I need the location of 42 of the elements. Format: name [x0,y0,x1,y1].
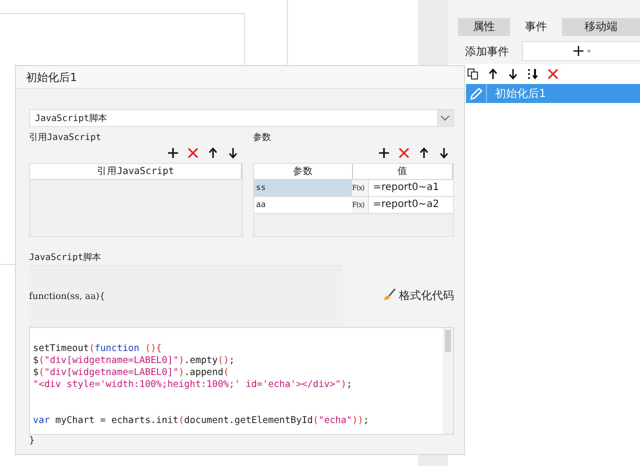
add-event-button[interactable]: + [522,41,640,61]
column-header: 引用JavaScript [30,164,242,179]
code-line: setTimeout(function (){ [33,343,163,355]
arrow-up-icon[interactable] [207,147,219,159]
chevron-down-icon [440,115,450,121]
column-header: 参数 [254,164,353,179]
plus-icon[interactable] [378,147,390,159]
panel-tab[interactable]: 移动端 [562,18,640,36]
panel-tab[interactable]: 属性 [458,18,510,36]
delete-icon[interactable] [547,68,559,80]
section-label: 参数 [253,132,272,145]
delete-icon[interactable] [187,147,199,159]
arrow-up-icon[interactable] [418,147,430,159]
move-bottom-icon[interactable] [527,68,539,80]
section-label: JavaScript脚本 [29,252,102,265]
value-field[interactable]: =report0~a1 [368,180,453,196]
script-type-dropdown[interactable]: JavaScript脚本 [29,109,454,127]
arrow-down-icon[interactable] [227,147,239,159]
format-code-button[interactable]: 格式化代码 [382,285,454,305]
delete-icon[interactable] [398,147,410,159]
column-header: 值 [353,164,453,179]
code-line: $("div[widgetname=LABEL0]").append( [33,367,230,379]
code-line: var myChart = echarts.init(document.getElementById("echa")); [33,415,370,427]
scrollbar[interactable] [443,328,453,434]
copy-icon[interactable] [467,68,479,80]
brush-icon [382,288,396,302]
code-line: } [29,436,36,446]
code-line: "<div style='width:100%;height:100%;' id='echa'></div>"); [33,379,354,391]
arrow-down-icon[interactable] [507,68,519,80]
section-label: 引用JavaScript [29,132,102,145]
plus-icon[interactable] [167,147,179,159]
pencil-icon [469,86,483,100]
code-editor[interactable] [29,327,454,435]
table-cell[interactable]: ss [254,180,352,196]
arrow-up-icon[interactable] [487,68,499,80]
value-field[interactable]: =report0~a2 [368,197,453,213]
dialog-title: 初始化后1 [16,66,464,89]
caret-icon [587,50,592,52]
arrow-down-icon[interactable] [438,147,450,159]
function-signature: function(ss, aa){ [29,292,106,302]
code-line: $("div[widgetname=LABEL0]").empty(); [33,355,236,367]
add-event-label: 添加事件 [465,44,510,58]
